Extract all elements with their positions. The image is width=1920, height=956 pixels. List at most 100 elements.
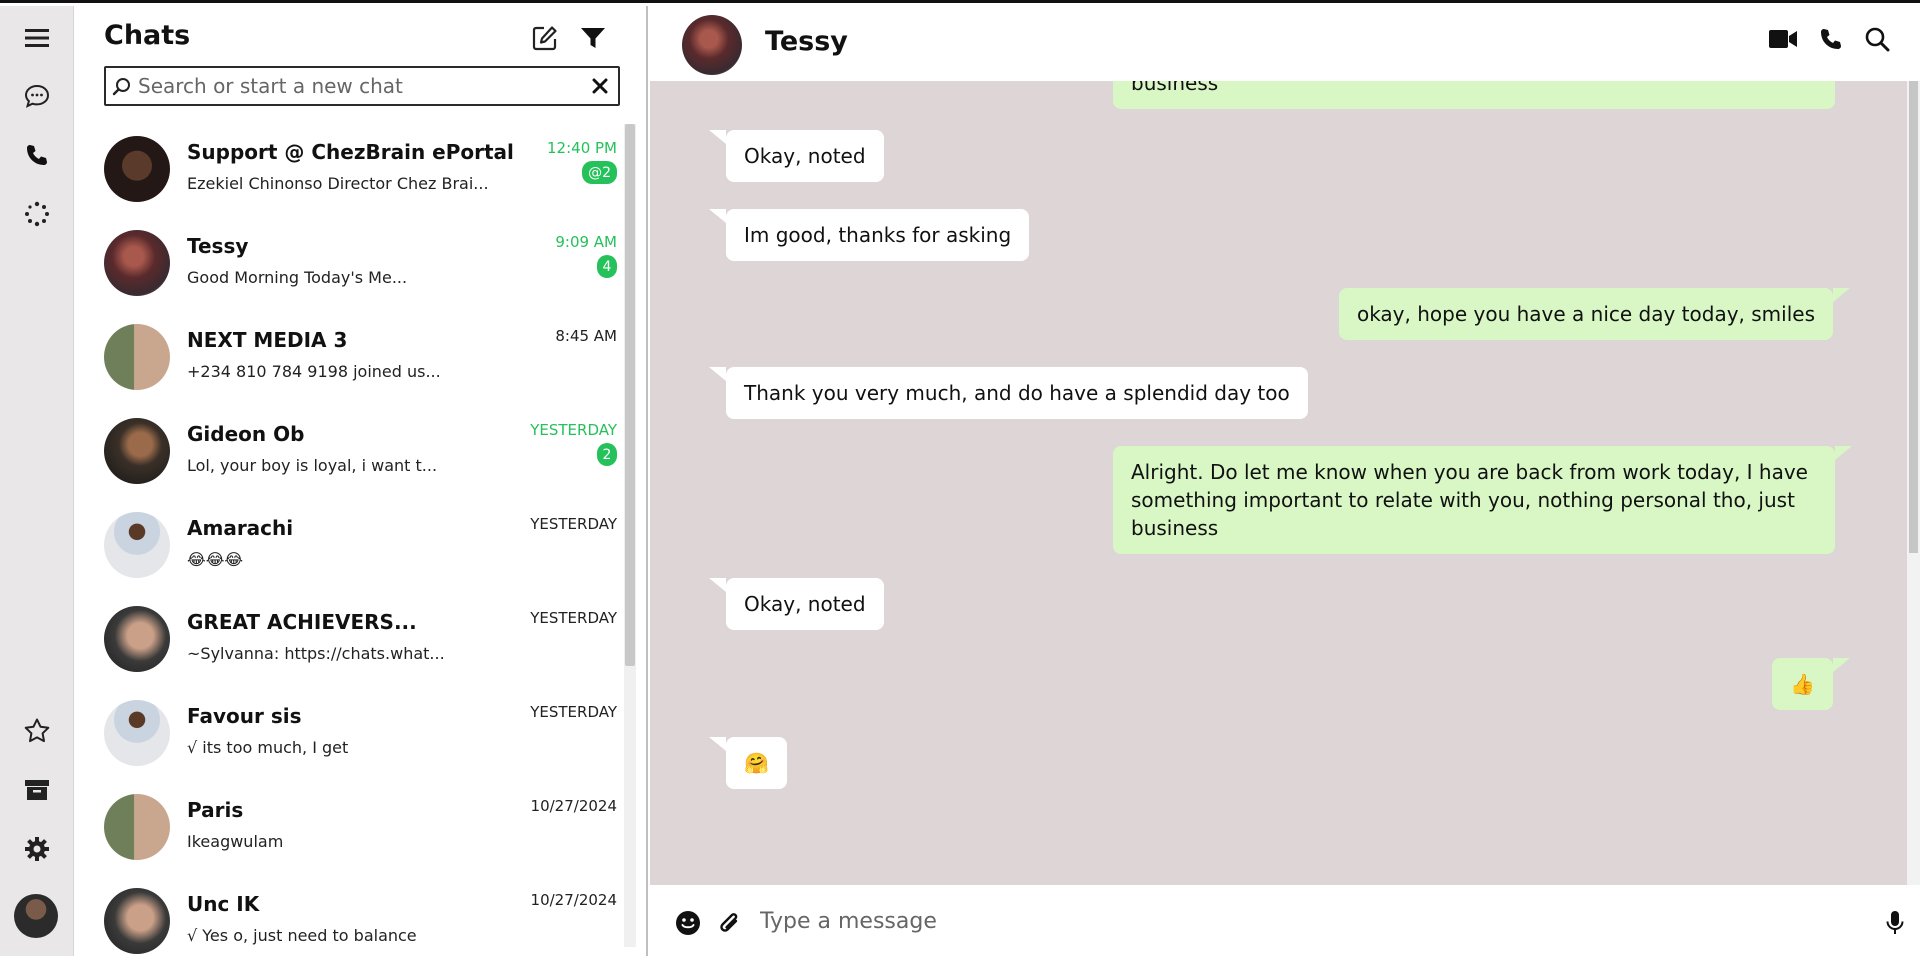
message-bubble-outgoing[interactable]: 👍 [1772,658,1850,710]
chat-time: YESTERDAY [530,703,617,721]
chats-icon [24,84,50,108]
message-text: Alright. Do let me know when you are bac… [1131,460,1808,540]
chat-name: Gideon Ob [187,422,305,446]
archived-nav-button[interactable] [0,766,74,814]
chat-preview: +234 810 784 9198 joined us... [187,362,441,381]
chat-name: Support @ ChezBrain ePortal [187,140,514,164]
chat-time: YESTERDAY [530,609,617,627]
menu-button[interactable] [0,14,74,62]
calls-icon [27,145,47,165]
scrollbar-thumb[interactable] [1909,81,1918,553]
avatar [104,700,170,766]
compose-icon [532,26,557,51]
chat-list-item[interactable]: NEXT MEDIA 3 +234 810 784 9198 joined us… [75,312,630,406]
chat-time: 9:09 AM [555,233,617,251]
scrollbar-thumb[interactable] [625,124,635,666]
message-text: Okay, noted [744,592,866,616]
chat-list-item[interactable]: Support @ ChezBrain ePortal Ezekiel Chin… [75,124,630,218]
chat-time: 12:40 PM [547,139,617,157]
settings-nav-button[interactable] [0,825,74,873]
chat-name: Favour sis [187,704,302,728]
new-chat-button[interactable] [529,22,561,54]
page-title: Chats [104,20,191,51]
message-scrollbar[interactable] [1907,81,1920,885]
avatar [104,512,170,578]
voice-call-button[interactable] [1814,22,1848,56]
voice-message-button[interactable] [1881,909,1909,937]
status-icon [25,201,49,227]
chat-preview: Lol, your boy is loyal, i want t... [187,456,438,475]
message-input[interactable] [760,903,1810,939]
chat-time: 8:45 AM [555,327,617,345]
chat-time: YESTERDAY [530,421,617,439]
search-input[interactable] [138,72,578,100]
message-bubble-incoming[interactable]: Okay, noted [709,130,884,182]
chat-preview: Ikeagwulam [187,832,284,851]
chat-name: Unc IK [187,892,260,916]
message-bubble-outgoing[interactable]: business [1113,81,1835,109]
chat-time: 10/27/2024 [530,797,617,815]
message-bubble-incoming[interactable]: 🤗 [709,737,787,789]
chat-time: YESTERDAY [530,515,617,533]
chat-list-item[interactable]: Paris Ikeagwulam 10/27/2024 [75,782,630,876]
chat-list-item[interactable]: Favour sis √ its too much, I get YESTERD… [75,688,630,782]
message-bubble-outgoing[interactable]: okay, hope you have a nice day today, sm… [1338,288,1851,340]
avatar [104,136,170,202]
message-text: Thank you very much, and do have a splen… [744,381,1290,405]
chat-preview: ~Sylvanna: https://chats.what... [187,644,445,663]
chat-list: Support @ ChezBrain ePortal Ezekiel Chin… [75,124,630,956]
video-call-button[interactable] [1766,22,1800,56]
message-composer [650,885,1920,956]
video-camera-icon [1769,30,1797,48]
chat-list-item[interactable]: GREAT ACHIEVERS... ~Sylvanna: https://ch… [75,594,630,688]
chat-name: GREAT ACHIEVERS... [187,610,417,634]
chat-list-scrollbar[interactable] [624,124,636,947]
chat-list-item[interactable]: Gideon Ob Lol, your boy is loyal, i want… [75,406,630,500]
unread-badge: @2 [582,161,617,184]
chats-nav-button[interactable] [0,72,74,120]
chat-name: Tessy [187,234,249,258]
message-bubble-incoming[interactable]: Thank you very much, and do have a splen… [709,367,1308,419]
chat-list-item[interactable]: Tessy Good Morning Today's Me... 9:09 AM… [75,218,630,312]
calls-nav-button[interactable] [0,131,74,179]
chat-name: Paris [187,798,244,822]
smiley-icon [676,911,700,935]
filter-icon [581,28,605,48]
message-bubble-incoming[interactable]: Okay, noted [709,578,884,630]
unread-badge: 4 [597,255,617,278]
unread-badge: 2 [597,443,617,466]
starred-nav-button[interactable] [0,707,74,755]
close-icon [592,78,608,94]
avatar [104,418,170,484]
menu-icon [25,29,49,47]
chat-preview: Ezekiel Chinonso Director Chez Brai... [187,174,487,193]
avatar [104,324,170,390]
contact-avatar[interactable] [682,15,742,75]
message-text: 🤗 [744,751,769,775]
paperclip-icon [720,913,738,932]
emoji-button[interactable] [674,909,702,937]
message-area: business Okay, noted Im good, thanks for… [650,81,1908,885]
conversation-panel: Tessy business Okay, noted Im good, than… [650,6,1920,956]
message-bubble-incoming[interactable]: Im good, thanks for asking [708,209,1030,261]
status-nav-button[interactable] [0,190,74,238]
chat-list-item[interactable]: Unc IK √ Yes o, just need to balance 10/… [75,876,630,956]
chat-list-panel: Chats Support @ ChezBrain ePortal Ezekie… [75,6,648,956]
chat-list-item[interactable]: Amarachi 😂😂😂 YESTERDAY [75,500,630,594]
search-messages-button[interactable] [1860,22,1894,56]
avatar [104,888,170,954]
chat-name: NEXT MEDIA 3 [187,328,348,352]
profile-avatar[interactable] [14,894,58,938]
message-text: okay, hope you have a nice day today, sm… [1356,302,1815,326]
contact-name[interactable]: Tessy [765,26,848,57]
microphone-icon [1886,911,1904,934]
attach-button[interactable] [716,909,744,937]
message-text: Im good, thanks for asking [744,223,1012,247]
message-bubble-outgoing[interactable]: Alright. Do let me know when you are bac… [1113,446,1852,554]
search-bar[interactable] [104,66,620,106]
avatar [104,606,170,672]
chat-preview: √ its too much, I get [187,738,349,757]
filter-button[interactable] [577,22,609,54]
clear-search-button[interactable] [588,74,612,98]
chat-name: Amarachi [187,516,294,540]
